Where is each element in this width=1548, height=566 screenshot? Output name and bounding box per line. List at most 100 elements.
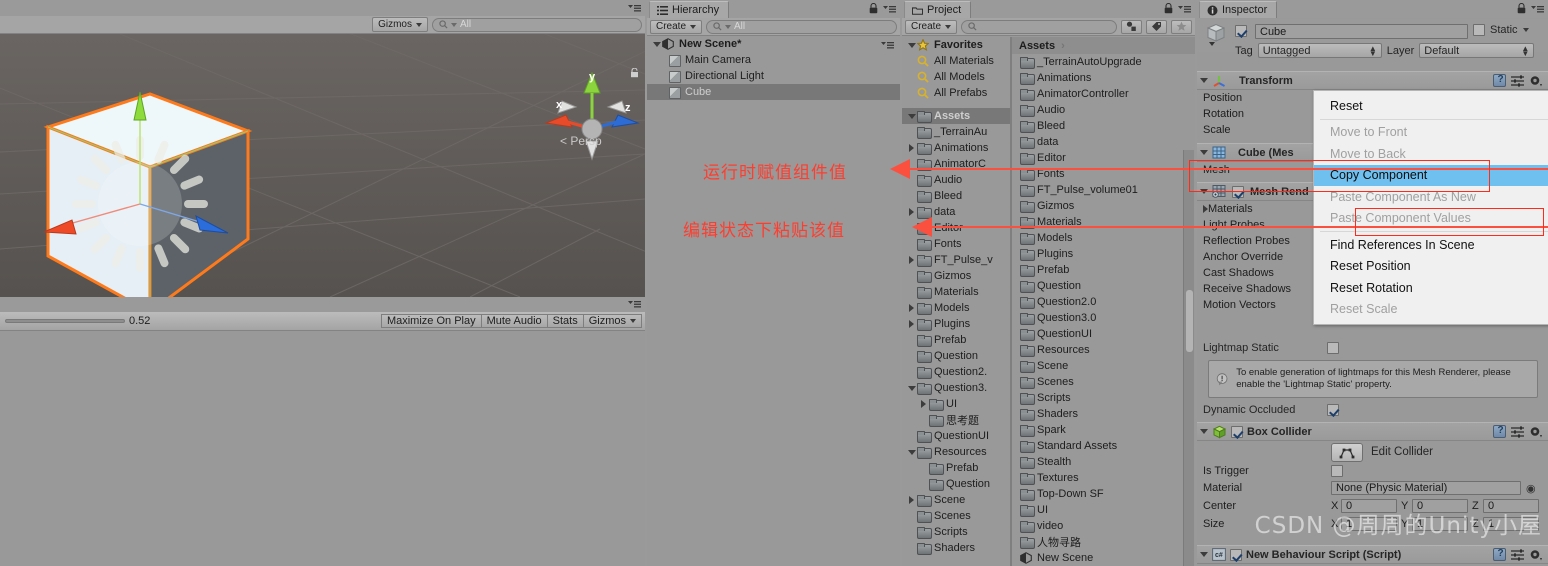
tree-foldout-icon[interactable]: [918, 400, 929, 408]
transform-foldout-icon[interactable]: [1200, 78, 1208, 83]
menu-item-reset[interactable]: Reset: [1314, 95, 1548, 117]
panel-menu-icon[interactable]: [883, 4, 896, 14]
tree-foldout-icon[interactable]: [906, 304, 917, 312]
inspector-header-tools[interactable]: [1517, 3, 1544, 14]
project-asset-item[interactable]: Scene: [1012, 358, 1195, 374]
project-tree-item[interactable]: 思考题: [902, 412, 1010, 428]
hierarchy-item[interactable]: Main Camera: [647, 52, 900, 68]
maximize-on-play-button[interactable]: Maximize On Play: [380, 314, 481, 328]
project-tree-item[interactable]: Resources: [902, 444, 1010, 460]
game-scale-slider[interactable]: [5, 319, 125, 323]
project-asset-item[interactable]: UI: [1012, 502, 1195, 518]
menu-item-reset-position[interactable]: Reset Position: [1314, 256, 1548, 278]
project-asset-item[interactable]: Scenes: [1012, 374, 1195, 390]
project-tree-item[interactable]: Materials: [902, 284, 1010, 300]
gear-icon[interactable]: [1529, 75, 1542, 87]
project-tree-item[interactable]: Prefab: [902, 460, 1010, 476]
lock-icon[interactable]: [1517, 3, 1526, 14]
hierarchy-toolbar[interactable]: Create All: [647, 18, 900, 36]
filter-by-label-button[interactable]: [1146, 19, 1167, 34]
project-tree-item[interactable]: Models: [902, 300, 1010, 316]
gear-icon[interactable]: [1529, 549, 1542, 561]
project-asset-item[interactable]: Audio: [1012, 102, 1195, 118]
scene-viewport[interactable]: y x z < Persp: [0, 3, 821, 315]
project-asset-item[interactable]: 人物寻路: [1012, 534, 1195, 550]
project-asset-item[interactable]: Models: [1012, 230, 1195, 246]
menu-item-find-references-in-scene[interactable]: Find References In Scene: [1314, 234, 1548, 256]
filter-by-type-button[interactable]: [1121, 19, 1142, 34]
project-tree-item[interactable]: Question2.: [902, 364, 1010, 380]
scene-view-toolbar[interactable]: Gizmos All: [0, 16, 645, 34]
chevron-down-icon[interactable]: [1522, 28, 1529, 32]
game-gizmos-button[interactable]: Gizmos: [582, 314, 642, 328]
project-tree-item[interactable]: Question: [902, 476, 1010, 492]
project-tree-item[interactable]: Animations: [902, 140, 1010, 156]
project-tree-item[interactable]: Gizmos: [902, 268, 1010, 284]
project-tree-item[interactable]: Bleed: [902, 188, 1010, 204]
help-icon[interactable]: [1493, 425, 1506, 438]
tree-foldout-icon[interactable]: [906, 144, 917, 152]
persp-label[interactable]: < Persp: [560, 134, 602, 148]
hierarchy-scene-root[interactable]: New Scene*: [647, 36, 900, 52]
tree-foldout-icon[interactable]: [906, 320, 917, 328]
box-collider-header-tools[interactable]: [1493, 425, 1548, 438]
transform-header[interactable]: Transform: [1197, 71, 1548, 90]
project-tree-item[interactable]: Question: [902, 348, 1010, 364]
lock-icon[interactable]: [869, 3, 878, 14]
box-collider-foldout-icon[interactable]: [1200, 429, 1208, 434]
inspector-scrollbar[interactable]: [1183, 150, 1194, 566]
project-create-button[interactable]: Create: [905, 19, 958, 34]
favorites-filter-button[interactable]: [1171, 19, 1192, 34]
object-name-input[interactable]: Cube: [1255, 24, 1468, 39]
project-asset-item[interactable]: Resources: [1012, 342, 1195, 358]
project-asset-item[interactable]: New Scene: [1012, 550, 1195, 566]
project-assets-root[interactable]: Assets: [902, 108, 1010, 124]
transform-header-tools[interactable]: [1493, 74, 1548, 87]
project-tree-item[interactable]: Scripts: [902, 524, 1010, 540]
project-asset-item[interactable]: Top-Down SF: [1012, 486, 1195, 502]
preset-icon[interactable]: [1511, 548, 1524, 561]
tab-project[interactable]: Project: [904, 1, 972, 18]
project-asset-item[interactable]: Question: [1012, 278, 1195, 294]
project-tree-item[interactable]: Scenes: [902, 508, 1010, 524]
game-view-menu-group[interactable]: [628, 299, 641, 309]
tree-foldout-icon[interactable]: [906, 208, 917, 216]
preset-icon[interactable]: [1511, 74, 1524, 87]
project-asset-item[interactable]: Bleed: [1012, 118, 1195, 134]
project-asset-item[interactable]: Question2.0: [1012, 294, 1195, 310]
project-header-tools[interactable]: [1164, 3, 1191, 14]
tree-foldout-icon[interactable]: [906, 256, 917, 264]
project-tree-item[interactable]: Question3.: [902, 380, 1010, 396]
hierarchy-item[interactable]: Cube: [647, 84, 900, 100]
panel-menu-icon[interactable]: [628, 299, 641, 309]
scene-search-input[interactable]: All: [432, 17, 642, 32]
object-picker-icon[interactable]: ◉: [1526, 482, 1536, 495]
project-search-input[interactable]: [961, 19, 1117, 34]
project-tree-item[interactable]: Prefab: [902, 332, 1010, 348]
project-breadcrumb[interactable]: Assets ›: [1012, 37, 1195, 54]
hierarchy-item[interactable]: Directional Light: [647, 68, 900, 84]
project-asset-item[interactable]: AnimatorController: [1012, 86, 1195, 102]
scene-lock-icon[interactable]: [630, 67, 639, 78]
project-asset-item[interactable]: FT_Pulse_volume01: [1012, 182, 1195, 198]
project-tree-item[interactable]: Scene: [902, 492, 1010, 508]
tab-inspector[interactable]: Inspector: [1199, 1, 1278, 18]
lock-icon[interactable]: [1164, 3, 1173, 14]
hierarchy-search-input[interactable]: All: [706, 19, 897, 34]
tree-foldout-icon[interactable]: [906, 385, 917, 391]
project-asset-item[interactable]: Plugins: [1012, 246, 1195, 262]
lightmap-static-checkbox[interactable]: [1327, 342, 1339, 354]
project-asset-item[interactable]: data: [1012, 134, 1195, 150]
project-asset-item[interactable]: Question3.0: [1012, 310, 1195, 326]
project-toolbar[interactable]: Create: [902, 18, 1195, 36]
panel-menu-icon[interactable]: [1531, 4, 1544, 14]
hierarchy-header-tools[interactable]: [869, 3, 896, 14]
panel-menu-icon[interactable]: [1178, 4, 1191, 14]
project-tree-item[interactable]: QuestionUI: [902, 428, 1010, 444]
project-favorites-root[interactable]: Favorites: [902, 37, 1010, 53]
project-favorite-item[interactable]: All Materials: [902, 53, 1010, 69]
tag-dropdown[interactable]: Untagged ▲ ▼: [1257, 43, 1382, 58]
hierarchy-create-button[interactable]: Create: [650, 19, 703, 34]
project-asset-item[interactable]: Spark: [1012, 422, 1195, 438]
edit-collider-button[interactable]: [1331, 442, 1363, 462]
